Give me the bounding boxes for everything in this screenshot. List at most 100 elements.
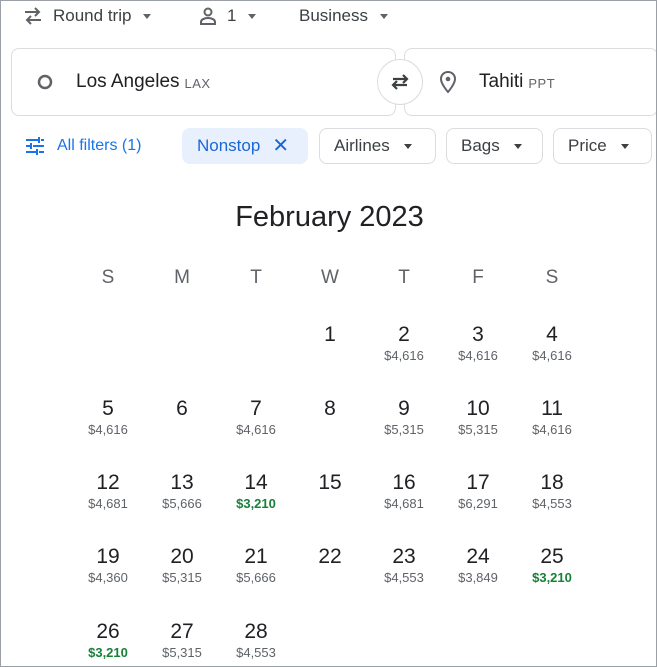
chevron-down-icon	[513, 143, 522, 149]
airlines-filter-chip[interactable]: Airlines	[319, 128, 436, 164]
calendar-day[interactable]: 6	[147, 397, 217, 421]
day-price: $4,553	[532, 496, 572, 511]
day-number: 12	[96, 471, 120, 494]
day-price: $4,553	[236, 645, 276, 660]
day-price: $4,681	[88, 496, 128, 511]
passengers-dropdown[interactable]: 1	[199, 5, 257, 27]
weekday-header: T	[398, 267, 410, 288]
bags-filter-chip[interactable]: Bags	[446, 128, 543, 164]
close-icon[interactable]: ✕	[272, 136, 289, 156]
calendar-day[interactable]: 19 $4,360	[73, 545, 143, 585]
weekday-header: T	[250, 267, 262, 288]
day-price: $5,315	[162, 645, 202, 660]
day-number: 17	[466, 471, 490, 494]
calendar-day[interactable]: 7 $4,616	[221, 397, 291, 437]
day-number: 26	[96, 620, 120, 643]
day-number: 27	[170, 620, 194, 643]
calendar-day[interactable]: 17 $6,291	[443, 471, 513, 511]
swap-arrows-icon	[25, 7, 41, 25]
calendar-day[interactable]: 2 $4,616	[369, 323, 439, 363]
day-price: $5,315	[458, 422, 498, 437]
calendar-day[interactable]: 13 $5,666	[147, 471, 217, 511]
calendar-day[interactable]: 20 $5,315	[147, 545, 217, 585]
calendar-day[interactable]: 25 $3,210	[517, 545, 587, 585]
chevron-down-icon	[620, 143, 629, 149]
day-price: $5,666	[162, 496, 202, 511]
calendar-day[interactable]: 5 $4,616	[73, 397, 143, 437]
calendar-day[interactable]: 10 $5,315	[443, 397, 513, 437]
price-label: Price	[568, 136, 607, 155]
day-price: $5,315	[384, 422, 424, 437]
all-filters-button[interactable]: All filters (1)	[25, 128, 141, 164]
origin-circle-icon	[37, 74, 53, 90]
day-number: 14	[244, 471, 268, 494]
day-price: $4,616	[532, 348, 572, 363]
calendar-day[interactable]: 21 $5,666	[221, 545, 291, 585]
calendar-day[interactable]: 4 $4,616	[517, 323, 587, 363]
calendar-day[interactable]: 26 $3,210	[73, 620, 143, 660]
day-price: $4,681	[384, 496, 424, 511]
calendar-day[interactable]: 15	[295, 471, 365, 495]
airlines-label: Airlines	[334, 136, 390, 155]
price-filter-chip[interactable]: Price	[553, 128, 652, 164]
calendar-day[interactable]: 22	[295, 545, 365, 569]
weekday-header: W	[321, 267, 339, 288]
day-price-low: $3,210	[532, 570, 572, 585]
calendar-day[interactable]: 27 $5,315	[147, 620, 217, 660]
calendar-day[interactable]: 9 $5,315	[369, 397, 439, 437]
origin-field[interactable]: Los Angeles LAX	[11, 48, 396, 116]
day-price: $5,666	[236, 570, 276, 585]
calendar-day[interactable]: 3 $4,616	[443, 323, 513, 363]
calendar-day[interactable]: 16 $4,681	[369, 471, 439, 511]
destination-code: PPT	[528, 75, 556, 91]
day-number: 11	[541, 397, 563, 420]
calendar-day[interactable]: 1	[295, 323, 365, 347]
bags-label: Bags	[461, 136, 500, 155]
day-number: 15	[318, 471, 342, 494]
calendar-day[interactable]: 28 $4,553	[221, 620, 291, 660]
passenger-count: 1	[227, 6, 237, 25]
cabin-class-dropdown[interactable]: Business	[299, 5, 388, 27]
origin-code: LAX	[184, 75, 211, 91]
day-number: 19	[96, 545, 120, 568]
day-number: 7	[250, 397, 262, 420]
day-number: 4	[546, 323, 558, 346]
day-number: 21	[244, 545, 268, 568]
day-price: $4,616	[88, 422, 128, 437]
day-number: 5	[102, 397, 114, 420]
calendar-day[interactable]: 18 $4,553	[517, 471, 587, 511]
calendar-day[interactable]: 11 $4,616	[517, 397, 587, 437]
calendar-day[interactable]: 14 $3,210	[221, 471, 291, 511]
nonstop-filter-chip[interactable]: Nonstop ✕	[182, 128, 308, 164]
origin-city: Los Angeles	[76, 71, 180, 92]
day-price: $5,315	[162, 570, 202, 585]
destination-field[interactable]: Tahiti PPT	[404, 48, 656, 116]
day-price: $4,616	[458, 348, 498, 363]
trip-type-label: Round trip	[53, 6, 132, 25]
day-number: 3	[472, 323, 484, 346]
day-number: 28	[244, 620, 268, 643]
calendar-day[interactable]: 12 $4,681	[73, 471, 143, 511]
cabin-class-label: Business	[299, 6, 368, 25]
day-number: 18	[540, 471, 564, 494]
calendar-month-title: February 2023	[235, 201, 424, 233]
calendar-day[interactable]: 24 $3,849	[443, 545, 513, 585]
all-filters-label: All filters (1)	[57, 137, 142, 154]
filter-sliders-icon	[26, 137, 44, 155]
day-number: 2	[398, 323, 410, 346]
day-price: $6,291	[458, 496, 498, 511]
location-pin-icon	[439, 71, 457, 93]
trip-type-dropdown[interactable]: Round trip	[23, 5, 152, 27]
day-number: 9	[398, 397, 410, 420]
day-price: $4,360	[88, 570, 128, 585]
day-price: $3,849	[458, 570, 498, 585]
chevron-down-icon	[248, 13, 257, 19]
swap-locations-button[interactable]	[377, 59, 423, 105]
weekday-header: S	[101, 267, 115, 288]
person-icon	[200, 7, 216, 25]
day-number: 16	[392, 471, 416, 494]
calendar-day[interactable]: 8	[295, 397, 365, 421]
nonstop-label: Nonstop	[197, 136, 261, 155]
day-number: 24	[466, 545, 490, 568]
calendar-day[interactable]: 23 $4,553	[369, 545, 439, 585]
